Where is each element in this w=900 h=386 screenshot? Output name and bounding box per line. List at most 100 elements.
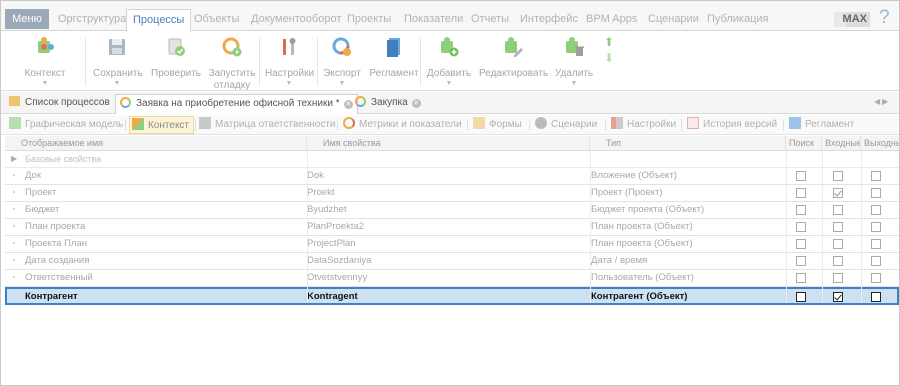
column-type[interactable]: Тип [590, 136, 786, 151]
tab-projects[interactable]: Проекты [347, 9, 391, 31]
settings-button[interactable]: Настройки ▼ [265, 36, 314, 88]
group-row[interactable]: ▶ Базовые свойства [5, 151, 899, 168]
input-checkbox[interactable] [833, 256, 843, 266]
subtab-forms[interactable]: Формы [473, 116, 522, 134]
tab-publication[interactable]: Публикация [707, 9, 768, 31]
search-checkbox[interactable] [796, 256, 806, 266]
ribbon-separator [259, 38, 260, 86]
subtab-graphic-model[interactable]: Графическая модель [9, 116, 123, 134]
tab-scenarios[interactable]: Сценарии [648, 9, 699, 31]
export-button[interactable]: Экспорт ▼ [322, 36, 362, 88]
output-checkbox[interactable] [871, 273, 881, 283]
output-checkbox[interactable] [871, 239, 881, 249]
help-icon[interactable]: ? [879, 7, 890, 29]
chevron-right-icon[interactable]: ▶ [11, 154, 17, 163]
tab-reports[interactable]: Отчеты [471, 9, 509, 31]
tab-orgstructure[interactable]: Оргструктура [58, 9, 126, 31]
search-checkbox[interactable] [796, 273, 806, 283]
ribbon-separator [420, 38, 421, 86]
column-property-name[interactable]: Имя свойства [307, 136, 590, 151]
chevron-down-icon: ▼ [445, 80, 453, 87]
input-checkbox[interactable] [833, 239, 843, 249]
doctab-office-equipment[interactable]: Заявка на приобретение офисной техники *… [115, 94, 358, 114]
subtab-separator [125, 119, 126, 131]
column-display-name[interactable]: Отображаемое имя [5, 136, 307, 151]
table-row[interactable]: Ответственный Otvetstvennyy Пользователь (… [5, 270, 899, 287]
table-row[interactable]: Док Dok Вложение (Объект) [5, 168, 899, 185]
tab-processes[interactable]: Процессы [126, 9, 192, 32]
save-button[interactable]: Сохранить ▼ [93, 36, 143, 88]
search-checkbox[interactable] [796, 171, 806, 181]
subtab-reglament[interactable]: Регламент [789, 116, 854, 134]
search-checkbox[interactable] [796, 292, 806, 302]
doctab-process-list[interactable]: Список процессов [9, 94, 110, 114]
output-checkbox[interactable] [871, 292, 881, 302]
input-checkbox[interactable] [833, 205, 843, 215]
input-checkbox[interactable] [833, 188, 843, 198]
output-checkbox[interactable] [871, 171, 881, 181]
doctab-purchase[interactable]: Закупка ✕ [355, 94, 421, 114]
tools-icon [611, 117, 623, 129]
subtab-version-history[interactable]: История версий [687, 116, 777, 134]
subtab-responsibility-matrix[interactable]: Матрица ответственности [199, 116, 336, 134]
tab-bpm-apps[interactable]: BPM Apps [586, 9, 637, 31]
table-row[interactable]: План проекта PlanProekta2 План проекта (Об… [5, 219, 899, 236]
subtab-label: Регламент [805, 119, 855, 130]
run-debug-icon [222, 37, 242, 57]
chevron-down-icon: ▼ [285, 80, 293, 87]
input-checkbox[interactable] [833, 292, 843, 302]
tab-objects[interactable]: Объекты [194, 9, 239, 31]
metrics-icon [343, 117, 355, 129]
tab-documents[interactable]: Документооборот [251, 9, 341, 31]
input-checkbox[interactable] [833, 273, 843, 283]
close-icon[interactable]: ✕ [343, 100, 353, 109]
cell-type: Вложение (Объект) [591, 170, 677, 181]
check-button[interactable]: Проверить [151, 36, 201, 80]
subtab-metrics[interactable]: Метрики и показатели [343, 116, 462, 134]
input-checkbox[interactable] [833, 222, 843, 232]
subtab-scenarios[interactable]: Сценарии [535, 116, 597, 134]
tab-interface[interactable]: Интерфейс [520, 9, 578, 31]
max-badge[interactable]: MAX [834, 12, 870, 27]
search-checkbox[interactable] [796, 222, 806, 232]
close-icon[interactable]: ✕ [411, 99, 421, 108]
add-button[interactable]: Добавить ▼ [425, 36, 473, 88]
output-checkbox[interactable] [871, 222, 881, 232]
form-icon [473, 117, 485, 129]
input-checkbox[interactable] [833, 171, 843, 181]
output-checkbox[interactable] [871, 205, 881, 215]
table-row[interactable]: Контрагент Kontragent Контрагент (Объект) [5, 287, 899, 305]
search-checkbox[interactable] [796, 205, 806, 215]
output-checkbox[interactable] [871, 188, 881, 198]
run-debug-label: Запустить отладку [208, 68, 256, 91]
table-row[interactable]: Проекта План ProjectPlan План проекта (Объ… [5, 236, 899, 253]
table-row[interactable]: Бюджет Byudzhet Бюджет проекта (Объект) [5, 202, 899, 219]
puzzle-edit-icon [505, 37, 523, 57]
tab-indicators[interactable]: Показатели [404, 9, 463, 31]
search-checkbox[interactable] [796, 239, 806, 249]
column-search[interactable]: Поиск [786, 136, 822, 151]
check-icon [168, 38, 185, 56]
context-button[interactable]: Контекст ▼ [23, 36, 67, 88]
app-window: Меню Оргструктура Процессы Объекты Докум… [0, 0, 900, 386]
edit-button[interactable]: Редактировать [479, 36, 548, 80]
table-row[interactable]: Проект Proekt Проект (Проект) [5, 185, 899, 202]
puzzle-gear-icon [132, 118, 144, 130]
arrow-up-icon[interactable]: ⬆ [604, 36, 614, 49]
run-debug-button[interactable]: Запустить отладку [207, 36, 257, 92]
column-input[interactable]: Входные [822, 136, 861, 151]
search-checkbox[interactable] [796, 188, 806, 198]
subtab-context[interactable]: Контекст [129, 116, 195, 134]
output-checkbox[interactable] [871, 256, 881, 266]
column-divider [861, 151, 862, 303]
arrow-down-icon[interactable]: ⬇ [604, 52, 614, 65]
tab-scroll-arrows[interactable]: ◀▶ [874, 97, 890, 106]
reglament-button[interactable]: Регламент [369, 36, 419, 80]
save-label: Сохранить [93, 68, 143, 79]
delete-button[interactable]: Удалить ▼ [554, 36, 594, 88]
table-row[interactable]: Дата создания DataSozdaniya Дата / время [5, 253, 899, 270]
subtab-settings[interactable]: Настройки [611, 116, 676, 134]
process-icon [355, 96, 366, 107]
main-menu-button[interactable]: Меню [5, 9, 49, 29]
column-output[interactable]: Выходные [861, 136, 899, 151]
